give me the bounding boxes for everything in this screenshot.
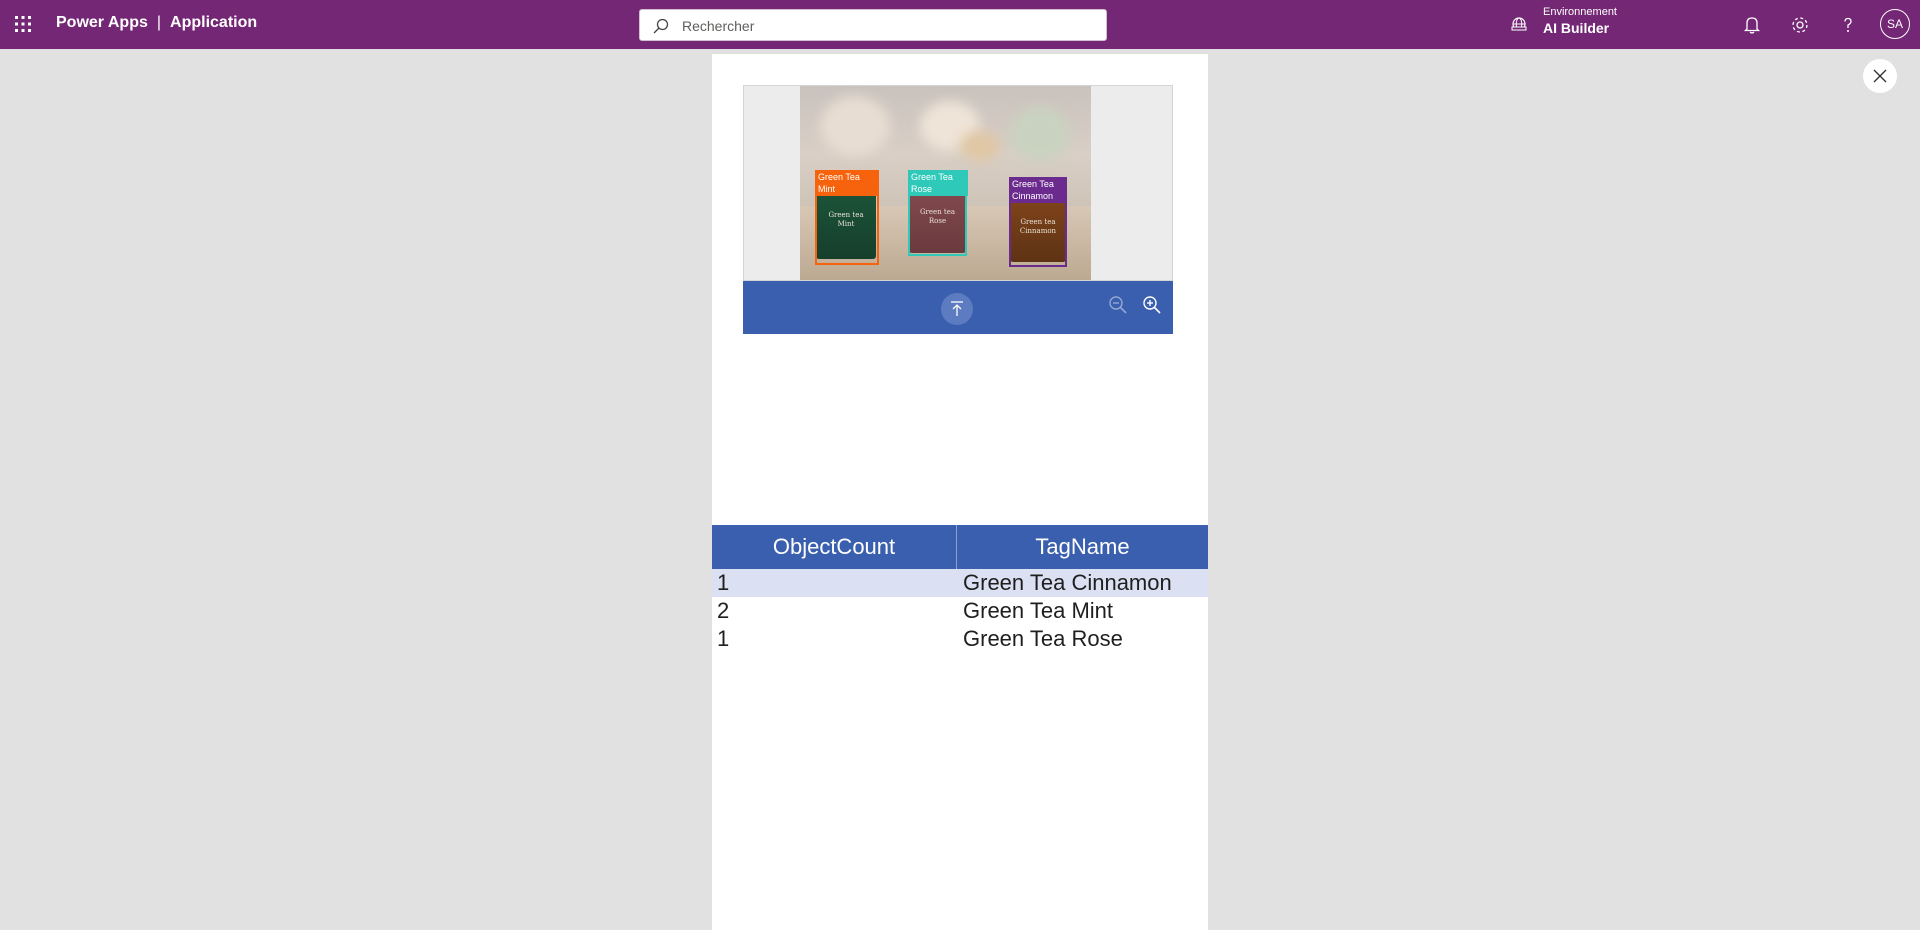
search-icon: [653, 18, 669, 34]
upload-icon: [951, 301, 963, 316]
cell-object-count: 1: [717, 570, 730, 595]
upload-button[interactable]: [941, 293, 973, 325]
close-button[interactable]: [1863, 59, 1897, 93]
tag-line: Green Tea: [818, 172, 860, 182]
table-header: ObjectCount TagName: [712, 525, 1208, 569]
cell-object-count: 2: [717, 598, 730, 623]
close-icon: [1873, 69, 1887, 83]
brand: Power Apps | Application: [56, 14, 257, 32]
top-bar: Power Apps | Application Rechercher Enviro…: [0, 0, 1920, 49]
object-detector-image-frame: Green tea Mint Green Tea Mint Green tea …: [743, 85, 1173, 281]
section-name[interactable]: Application: [170, 14, 257, 31]
tag-line: Green Tea: [911, 172, 953, 182]
detection-tag-cinnamon: Green Tea Cinnamon: [1009, 177, 1067, 203]
cell-tag-name: Green Tea Cinnamon: [963, 570, 1172, 595]
tag-line: Mint: [818, 184, 836, 194]
bokeh-light: [820, 96, 890, 156]
detection-tag-rose: Green Tea Rose: [908, 170, 968, 196]
tag-line: Rose: [911, 184, 933, 194]
results-table: ObjectCount TagName 1 Green Tea Cinnamon…: [712, 525, 1208, 653]
column-header-objectcount[interactable]: ObjectCount: [712, 525, 957, 569]
cell-tag-name: Green Tea Rose: [963, 626, 1123, 651]
app-name[interactable]: Power Apps: [56, 14, 148, 31]
environment-picker[interactable]: Environnement AI Builder: [1543, 5, 1617, 37]
cell-tag-name: Green Tea Mint: [963, 598, 1114, 623]
zoom-out-icon[interactable]: [1107, 294, 1129, 316]
environment-icon: [1511, 17, 1527, 31]
tag-line: Cinnamon: [1012, 191, 1054, 201]
bounding-box-cinnamon: Green Tea Cinnamon: [1009, 177, 1067, 267]
table-row[interactable]: 1 Green Tea Rose: [712, 625, 1208, 653]
table-row[interactable]: 1 Green Tea Cinnamon: [712, 569, 1208, 597]
table-row[interactable]: 2 Green Tea Mint: [712, 597, 1208, 625]
detection-tag-mint: Green Tea Mint: [815, 170, 879, 196]
bounding-box-rose: Green Tea Rose: [908, 170, 968, 256]
tag-line: Green Tea: [1012, 179, 1054, 189]
gear-icon[interactable]: [1788, 13, 1812, 37]
detected-photo: Green tea Mint Green Tea Mint Green tea …: [800, 86, 1091, 280]
cell-object-count: 1: [717, 626, 730, 651]
brand-separator: |: [156, 14, 162, 31]
environment-label: Environnement: [1543, 6, 1617, 18]
help-icon[interactable]: [1836, 13, 1860, 37]
bounding-box-mint: Green Tea Mint: [815, 170, 879, 265]
bokeh-light: [960, 131, 1000, 161]
app-launcher-icon[interactable]: [14, 15, 32, 33]
environment-value: AI Builder: [1543, 20, 1610, 36]
avatar[interactable]: SA: [1880, 9, 1910, 39]
zoom-in-icon[interactable]: [1141, 294, 1163, 316]
bell-icon[interactable]: [1740, 13, 1764, 37]
image-toolbar: [743, 281, 1173, 334]
search-box[interactable]: Rechercher: [639, 9, 1107, 41]
bokeh-light: [1010, 106, 1070, 161]
search-placeholder: Rechercher: [682, 18, 755, 34]
column-header-tagname[interactable]: TagName: [957, 525, 1208, 569]
app-canvas: Green tea Mint Green Tea Mint Green tea …: [712, 54, 1208, 930]
